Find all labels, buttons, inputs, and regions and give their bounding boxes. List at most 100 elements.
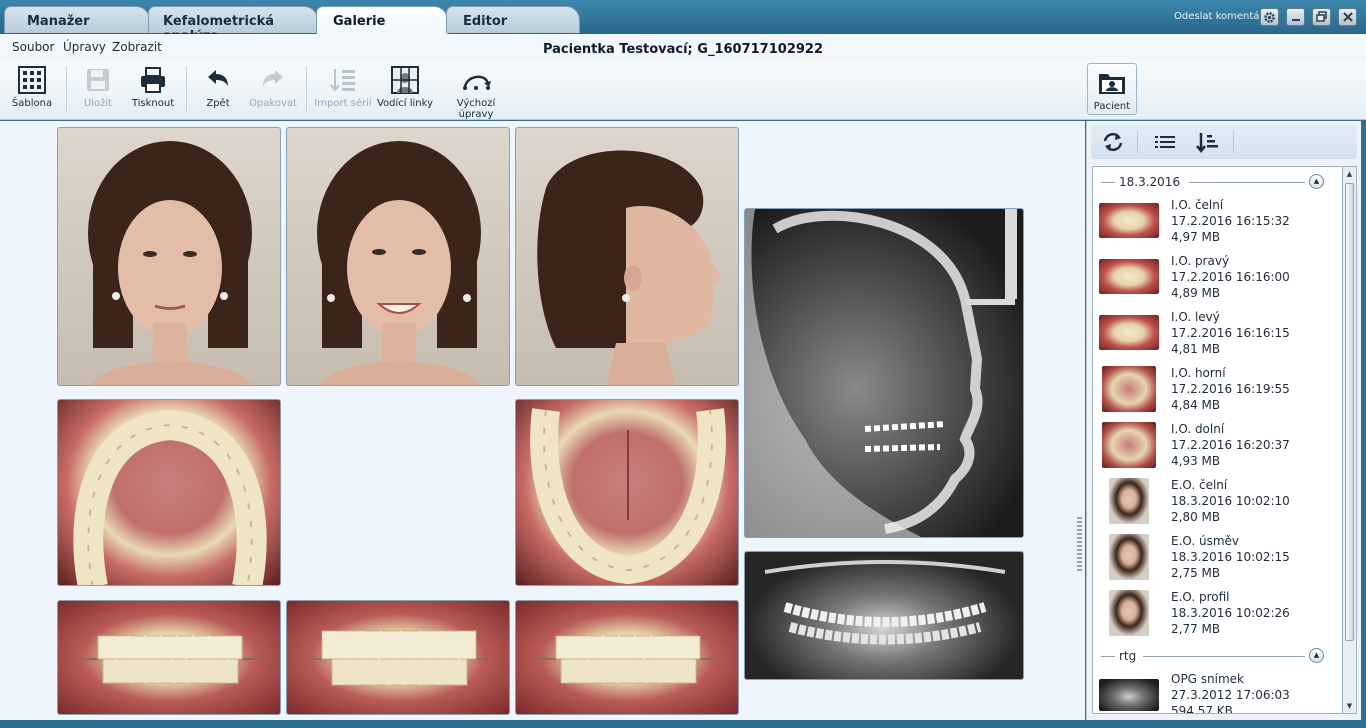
chevron-up-icon: ▲ — [1313, 651, 1320, 659]
item-size: 2,77 MB — [1171, 622, 1221, 636]
item-meta: E.O. čelní 18.3.2016 10:02:10 2,80 MB — [1171, 477, 1290, 525]
template-button[interactable]: Šablona — [10, 62, 54, 116]
photo-io-right[interactable] — [57, 600, 281, 715]
lower-occlusal-image — [530, 408, 726, 585]
list-item[interactable]: I.O. pravý 17.2.2016 16:16:00 4,89 MB — [1093, 249, 1342, 305]
thumbnail-io-right — [1099, 259, 1159, 294]
photo-io-frontal[interactable] — [286, 600, 510, 715]
collapse-group-button[interactable]: ▲ — [1309, 648, 1324, 663]
minimize-button[interactable] — [1286, 8, 1305, 26]
guide-lines-button[interactable]: Vodící linky — [376, 62, 434, 116]
item-meta: I.O. horní 17.2.2016 16:19:55 4,84 MB — [1171, 365, 1290, 413]
scroll-up-arrow-icon[interactable]: ▲ — [1344, 168, 1355, 180]
list-item[interactable]: I.O. horní 17.2.2016 16:19:55 4,84 MB — [1093, 361, 1342, 417]
tab-galerie[interactable]: Galerie — [316, 6, 448, 35]
menu-soubor[interactable]: Soubor — [12, 40, 54, 54]
thumbnail-eo-profile — [1109, 590, 1149, 636]
list-item[interactable]: E.O. úsměv 18.3.2016 10:02:15 2,75 MB — [1093, 529, 1342, 585]
print-icon — [141, 67, 165, 93]
list-item[interactable]: E.O. profil 18.3.2016 10:02:26 2,77 MB — [1093, 585, 1342, 641]
photo-io-left[interactable] — [515, 600, 739, 715]
print-button-label: Tisknout — [131, 98, 175, 109]
photo-io-lower[interactable] — [515, 399, 739, 586]
patient-card-icon — [1099, 74, 1125, 94]
list-item[interactable]: I.O. levý 17.2.2016 16:16:15 4,81 MB — [1093, 305, 1342, 361]
group-title: rtg — [1119, 649, 1137, 663]
tab-kefalometricka-analyza[interactable]: Kefalometrická analýza — [148, 6, 318, 44]
photo-eo-profile[interactable] — [515, 127, 739, 386]
item-name: E.O. profil — [1171, 590, 1230, 604]
list-view-button[interactable] — [1153, 131, 1177, 153]
menu-zobrazit[interactable]: Zobrazit — [112, 40, 162, 54]
panel-splitter-handle[interactable] — [1077, 517, 1082, 571]
item-meta: I.O. čelní 17.2.2016 16:15:32 4,97 MB — [1171, 197, 1290, 245]
group-title: 18.3.2016 — [1119, 175, 1181, 189]
toolbar-separator — [66, 66, 67, 112]
item-meta: E.O. úsměv 18.3.2016 10:02:15 2,75 MB — [1171, 533, 1290, 581]
group-header-rtg[interactable]: rtg ▲ — [1093, 647, 1342, 665]
scrollbar-thumb[interactable] — [1345, 183, 1354, 641]
collapse-group-button[interactable]: ▲ — [1309, 174, 1324, 189]
photo-eo-smile[interactable] — [286, 127, 510, 386]
toolbar: Šablona Uložit Tisknout Zpět Opakovat Im… — [0, 60, 1366, 120]
save-button[interactable]: Uložit — [76, 62, 120, 116]
save-icon — [87, 69, 109, 91]
tab-editor[interactable]: Editor — [446, 6, 580, 33]
tab-manazer[interactable]: Manažer — [4, 6, 150, 33]
patient-button[interactable]: Pacient — [1087, 63, 1137, 115]
list-scrollbar[interactable]: ▲ ▼ — [1343, 166, 1357, 714]
settings-button[interactable] — [1260, 8, 1279, 26]
photo-eo-frontal[interactable] — [57, 127, 281, 386]
item-meta: I.O. pravý 17.2.2016 16:16:00 4,89 MB — [1171, 253, 1290, 301]
item-name: E.O. čelní — [1171, 478, 1228, 492]
item-size: 594,57 KB — [1171, 704, 1233, 714]
undo-button[interactable]: Zpět — [196, 62, 240, 116]
item-date: 17.2.2016 16:16:15 — [1171, 326, 1290, 340]
item-name: I.O. dolní — [1171, 422, 1225, 436]
print-button[interactable]: Tisknout — [130, 62, 176, 116]
list-item[interactable]: OPG snímek 27.3.2012 17:06:03 594,57 KB — [1093, 667, 1342, 714]
import-series-button[interactable]: Import sérií — [314, 62, 372, 116]
default-adjustments-button[interactable]: Výchozí úpravy — [438, 62, 514, 120]
photo-opg-xray[interactable] — [744, 551, 1024, 680]
sort-button[interactable] — [1195, 131, 1219, 154]
toolbar-separator — [186, 66, 187, 112]
redo-button[interactable]: Opakovat — [248, 62, 298, 116]
item-size: 4,89 MB — [1171, 286, 1221, 300]
photo-io-upper[interactable] — [57, 399, 281, 586]
save-button-label: Uložit — [83, 98, 113, 109]
default-adjustments-icon — [463, 75, 491, 90]
upper-occlusal-image — [73, 409, 267, 585]
tab-label: Galerie — [333, 14, 386, 29]
group-header-date[interactable]: 18.3.2016 ▲ — [1093, 173, 1342, 191]
undo-icon — [208, 70, 228, 86]
item-size: 4,97 MB — [1171, 230, 1221, 244]
photo-cephalometric-xray[interactable] — [744, 208, 1024, 538]
item-meta: I.O. dolní 17.2.2016 16:20:37 4,93 MB — [1171, 421, 1290, 469]
refresh-button[interactable] — [1101, 131, 1125, 153]
template-grid-icon — [18, 66, 46, 94]
feedback-link[interactable]: Odeslat komentář — [1174, 11, 1264, 22]
scroll-down-arrow-icon[interactable]: ▼ — [1344, 700, 1355, 712]
guide-lines-icon — [391, 66, 419, 94]
list-item[interactable]: I.O. čelní 17.2.2016 16:15:32 4,97 MB — [1093, 193, 1342, 249]
frontal-face-image — [88, 141, 252, 385]
template-button-label: Šablona — [11, 98, 53, 109]
redo-button-label: Opakovat — [249, 98, 297, 109]
default-adjustments-button-label: Výchozí úpravy — [456, 98, 496, 120]
import-series-button-label: Import sérií — [314, 98, 372, 109]
item-name: E.O. úsměv — [1171, 534, 1240, 548]
item-size: 4,81 MB — [1171, 342, 1221, 356]
opg-xray-image — [764, 560, 1006, 645]
restore-button[interactable] — [1312, 8, 1331, 26]
item-size: 2,75 MB — [1171, 566, 1221, 580]
bottom-border — [0, 720, 1366, 728]
close-button[interactable] — [1338, 8, 1357, 26]
menu-upravy[interactable]: Úpravy — [63, 40, 106, 54]
list-item[interactable]: I.O. dolní 17.2.2016 16:20:37 4,93 MB — [1093, 417, 1342, 473]
list-item[interactable]: E.O. čelní 18.3.2016 10:02:10 2,80 MB — [1093, 473, 1342, 529]
panel-toolbar — [1091, 125, 1357, 159]
item-date: 17.2.2016 16:20:37 — [1171, 438, 1290, 452]
sort-icon — [1196, 133, 1218, 154]
item-date: 17.2.2016 16:15:32 — [1171, 214, 1290, 228]
